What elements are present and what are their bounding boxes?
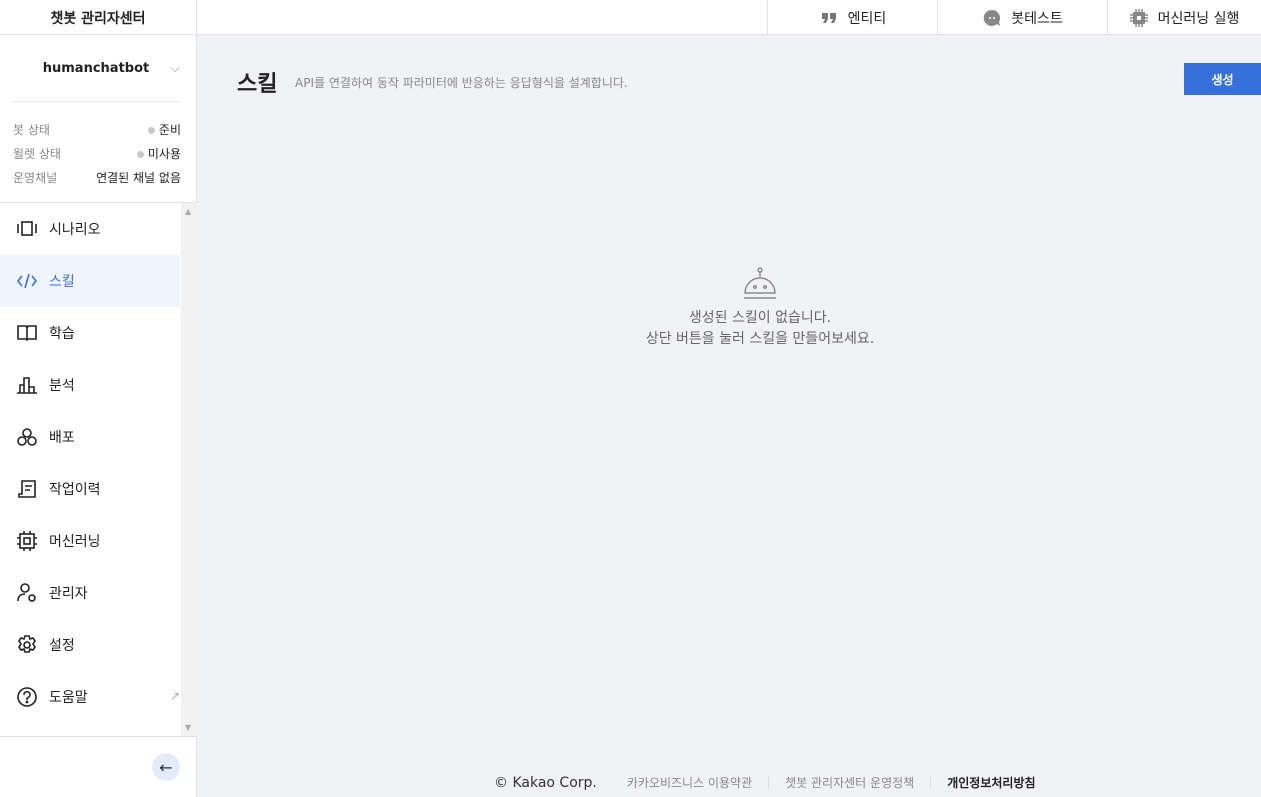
status-value: 미사용 bbox=[147, 147, 181, 161]
status-label: 윌렛 상태 bbox=[13, 147, 61, 161]
bot-selector[interactable]: humanchatbot ⌵ bbox=[12, 35, 180, 102]
bot-status-row: 봇 상태 준비 bbox=[13, 121, 181, 138]
footer: © Kakao Corp. 카카오비즈니스 이용약관 챗봇 관리자센터 운영정책… bbox=[494, 774, 1036, 791]
ml-run-label: 머신러닝 실행 bbox=[1157, 10, 1240, 27]
sidebar-item-learning[interactable]: 학습 bbox=[0, 307, 180, 359]
empty-state: 생성된 스킬이 없습니다. 상단 버튼을 눌러 스킬을 만들어보세요. bbox=[560, 266, 960, 350]
sidebar-item-history[interactable]: 작업이력 bbox=[0, 463, 180, 515]
sidebar-item-skill[interactable]: 스킬 bbox=[0, 255, 180, 307]
wallet-status-row: 윌렛 상태 미사용 bbox=[13, 145, 181, 162]
status-label: 운영채널 bbox=[13, 171, 58, 185]
status-label: 봇 상태 bbox=[13, 123, 50, 137]
create-button[interactable]: 생성 bbox=[1184, 63, 1261, 95]
ml-run-button[interactable]: 머신러닝 실행 bbox=[1107, 0, 1261, 35]
empty-hint: 상단 버튼을 눌러 스킬을 만들어보세요. bbox=[645, 331, 875, 347]
help-icon bbox=[17, 687, 37, 707]
top-bar: 챗봇 관리자센터 엔티티 봇테스트 머신러닝 실행 bbox=[0, 0, 1261, 35]
channel-status-row: 운영채널 연결된 채널 없음 bbox=[13, 169, 181, 186]
status-value: 준비 bbox=[158, 123, 181, 137]
bot-name: humanchatbot bbox=[42, 60, 150, 76]
sidebar-item-label: 관리자 bbox=[49, 586, 88, 602]
chart-icon bbox=[17, 377, 37, 394]
status-dot bbox=[136, 151, 144, 158]
arrow-left-icon: ← bbox=[159, 757, 173, 777]
copyright: © Kakao Corp. bbox=[494, 774, 597, 791]
sidebar-item-settings[interactable]: 설정 bbox=[0, 619, 180, 671]
status-dot bbox=[147, 127, 155, 134]
sidebar-item-label: 스킬 bbox=[49, 274, 75, 290]
app-title[interactable]: 챗봇 관리자센터 bbox=[0, 0, 197, 35]
entity-label: 엔티티 bbox=[847, 10, 887, 27]
sidebar-item-help[interactable]: 도움말 ↗ bbox=[0, 671, 180, 723]
book-icon bbox=[17, 325, 37, 342]
page-description: API를 연결하여 동작 파라미터에 반응하는 응답형식을 설계합니다. bbox=[295, 76, 628, 90]
bot-test-button[interactable]: 봇테스트 bbox=[937, 0, 1108, 35]
page-title: 스킬 bbox=[237, 72, 278, 97]
sidebar-item-scenario[interactable]: 시나리오 bbox=[0, 203, 180, 255]
sidebar-item-label: 배포 bbox=[49, 430, 75, 446]
sidebar-item-ml[interactable]: 머신러닝 bbox=[0, 515, 180, 567]
bot-test-label: 봇테스트 bbox=[1011, 10, 1063, 27]
sidebar-nav: ▲ ▼ 시나리오 스킬 학습 분석 배포 작업이력 머신러닝 관리자 설정 도움말… bbox=[0, 202, 197, 737]
sidebar-item-label: 분석 bbox=[49, 378, 75, 394]
chip-icon bbox=[17, 531, 37, 551]
history-icon bbox=[18, 480, 36, 498]
sidebar-item-deploy[interactable]: 배포 bbox=[0, 411, 180, 463]
sidebar-item-label: 머신러닝 bbox=[49, 534, 101, 550]
deploy-icon bbox=[17, 428, 37, 446]
code-icon bbox=[16, 273, 38, 289]
entity-button[interactable]: 엔티티 bbox=[767, 0, 938, 35]
sidebar-item-analysis[interactable]: 분석 bbox=[0, 359, 180, 411]
policy-link[interactable]: 챗봇 관리자센터 운영정책 bbox=[785, 774, 914, 791]
terms-link[interactable]: 카카오비즈니스 이용약관 bbox=[627, 774, 752, 791]
empty-message: 생성된 스킬이 없습니다. bbox=[688, 310, 832, 326]
scenario-icon bbox=[17, 221, 37, 236]
admin-icon bbox=[17, 583, 36, 602]
divider bbox=[930, 776, 932, 789]
sidebar: humanchatbot ⌵ 봇 상태 준비 윌렛 상태 미사용 운영채널 연결된 채… bbox=[0, 35, 197, 797]
chip-icon bbox=[1129, 8, 1148, 27]
status-value: 연결된 채널 없음 bbox=[96, 171, 181, 185]
collapse-sidebar-button[interactable]: ← bbox=[152, 753, 180, 781]
chat-bubble-icon bbox=[983, 9, 1001, 26]
divider bbox=[768, 776, 770, 789]
sidebar-item-label: 작업이력 bbox=[49, 482, 101, 498]
sidebar-item-label: 설정 bbox=[49, 638, 75, 654]
sidebar-item-label: 학습 bbox=[49, 326, 75, 342]
sidebar-item-admin[interactable]: 관리자 bbox=[0, 567, 180, 619]
bot-icon bbox=[744, 267, 776, 299]
sidebar-item-label: 시나리오 bbox=[49, 222, 101, 238]
chevron-down-icon: ⌵ bbox=[170, 61, 180, 76]
quote-icon bbox=[821, 12, 836, 23]
privacy-link[interactable]: 개인정보처리방침 bbox=[947, 774, 1035, 791]
sidebar-item-label: 도움말 bbox=[49, 690, 88, 706]
gear-icon bbox=[18, 635, 36, 653]
scrollbar[interactable]: ▲ ▼ bbox=[181, 203, 197, 736]
external-link-icon: ↗ bbox=[169, 689, 180, 703]
